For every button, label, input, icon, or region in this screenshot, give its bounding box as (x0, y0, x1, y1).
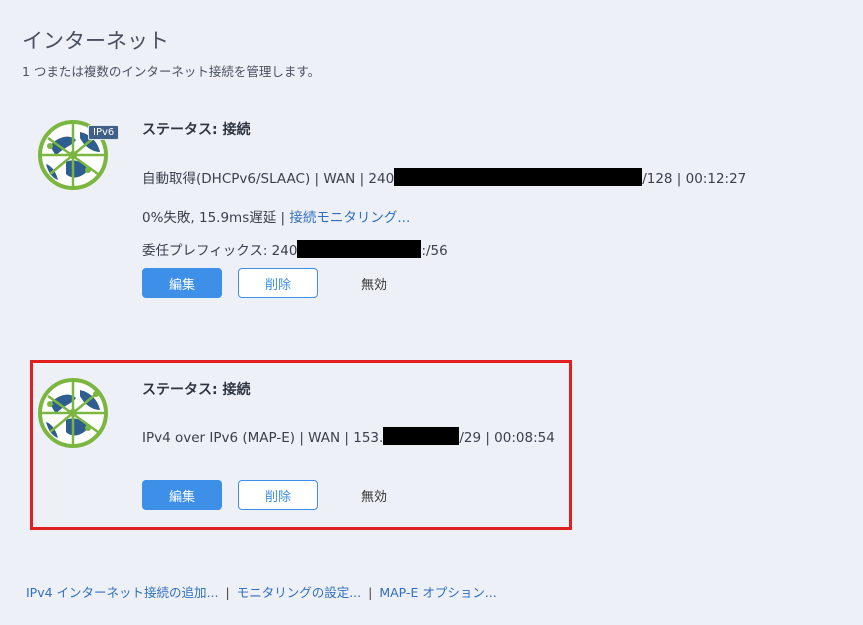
footer-separator: | (368, 585, 373, 600)
connection-detail: 自動取得(DHCPv6/SLAAC) | WAN | 240/128 | 00:… (142, 167, 746, 187)
disable-button[interactable]: 無効 (340, 268, 408, 298)
footer-separator: | (225, 585, 230, 600)
stats-text: 0%失敗, 15.9ms遅延 | (142, 210, 286, 226)
ipv6-badge: IPv6 (88, 125, 120, 140)
page-title: インターネット (22, 29, 169, 53)
mape-options-link[interactable]: MAP-E オプション... (379, 585, 496, 600)
monitor-link[interactable]: 接続モニタリング... (289, 210, 410, 226)
connection-detail-suffix: /128 | 00:12:27 (642, 171, 747, 187)
redacted-address (394, 168, 643, 186)
connection-ipv6: IPv6 ステータス: 接続 自動取得(DHCPv6/SLAAC) | WAN … (0, 108, 863, 318)
delete-button[interactable]: 削除 (238, 268, 318, 298)
delegated-prefix: 委任プレフィックス: 240 :/56 (142, 239, 448, 259)
page-subtitle: 1 つまたは複数のインターネット接続を管理します。 (22, 64, 321, 79)
connection-detail-prefix: 自動取得(DHCPv6/SLAAC) | WAN | 240 (142, 171, 395, 187)
add-ipv4-connection-link[interactable]: IPv4 インターネット接続の追加... (26, 585, 218, 600)
highlight-box (30, 360, 572, 530)
edit-button[interactable]: 編集 (142, 268, 222, 298)
prefix-suffix: :/56 (421, 243, 448, 259)
monitoring-settings-link[interactable]: モニタリングの設定... (237, 585, 361, 600)
footer-links: IPv4 インターネット接続の追加... | モニタリングの設定... | MAP-E … (26, 582, 497, 601)
connection-stats: 0%失敗, 15.9ms遅延 | 接続モニタリング... (142, 206, 410, 226)
connection-status: ステータス: 接続 (142, 122, 251, 138)
prefix-label: 委任プレフィックス: 240 (142, 243, 298, 259)
redacted-prefix (297, 240, 422, 258)
